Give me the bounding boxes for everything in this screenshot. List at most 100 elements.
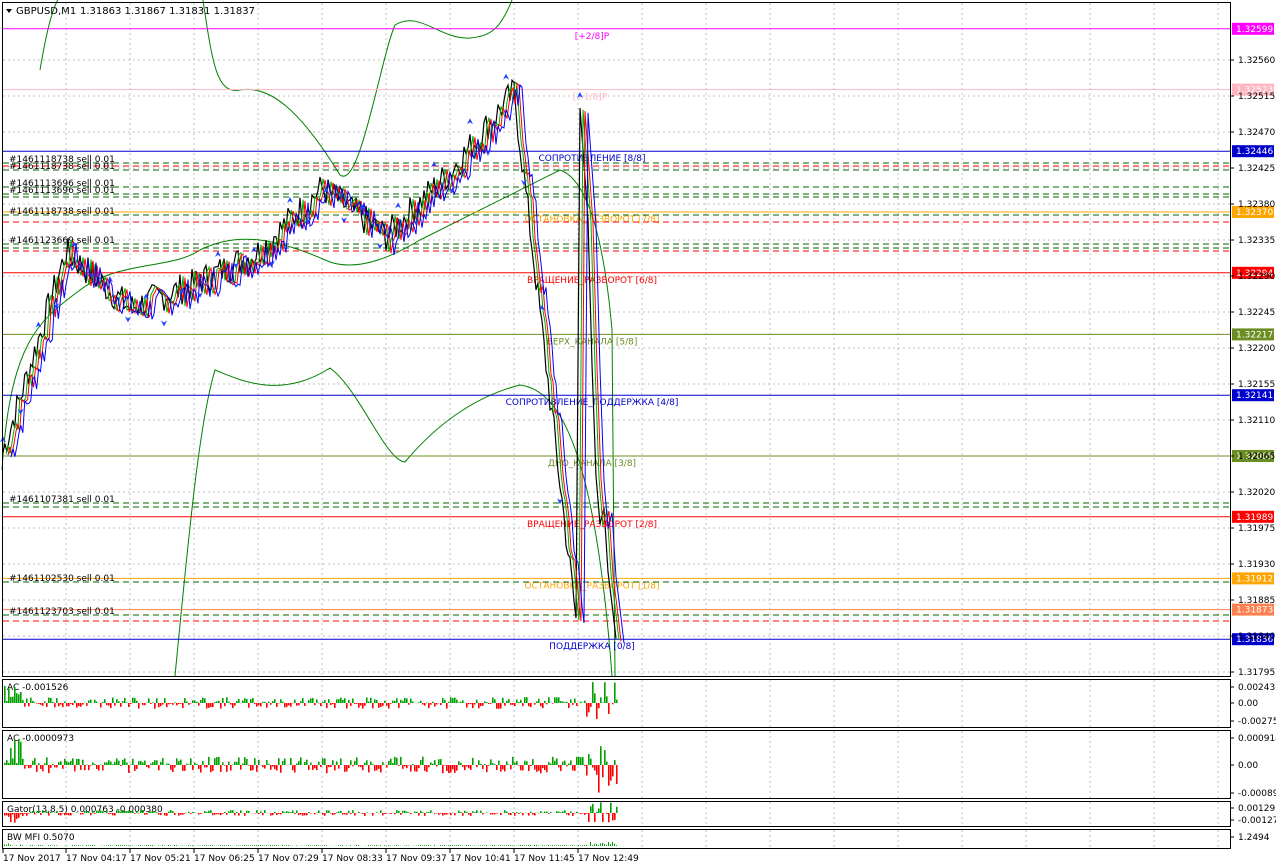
histogram-bar [88,812,90,813]
histogram-bar [562,811,564,813]
histogram-bar [544,811,546,813]
price-tick-label: 1.31930 [1238,560,1275,570]
histogram-bar [102,811,104,813]
histogram-bar [60,813,62,816]
histogram-bar [166,813,168,816]
histogram-bar [146,813,148,815]
histogram-bar [426,812,428,813]
mfi-bar [542,845,543,846]
histogram-bar [10,696,12,703]
histogram-bar [128,765,130,773]
histogram-bar [210,765,212,773]
histogram-bar [414,811,416,813]
histogram-bar [204,765,206,768]
histogram-bar [516,761,518,765]
histogram-bar [480,763,482,765]
histogram-bar [362,703,364,709]
mfi-bar [584,845,585,846]
order-label: #1461118738 sell 0.01 [9,162,115,172]
histogram-bar [154,760,156,765]
histogram-bar [92,811,94,813]
histogram-bar [608,813,610,823]
histogram-bar [68,703,70,707]
mfi-bar [324,845,325,846]
mfi-bar [562,845,563,846]
histogram-bar [40,703,42,705]
histogram-bar [482,765,484,770]
histogram-bar [74,700,76,703]
histogram-bar [166,763,168,765]
mfi-bar [578,845,579,846]
histogram-bar [222,813,224,814]
histogram-bar [250,765,252,771]
histogram-bar [258,703,260,706]
histogram-bar [182,703,184,709]
histogram-bar [192,765,194,771]
histogram-bar [554,697,556,703]
subwindow-tick-label: 0.001297 [1238,804,1276,814]
mfi-bar [82,845,83,846]
histogram-bar [8,688,10,703]
mfi-bar [120,844,121,846]
histogram-bar [542,765,544,769]
histogram-bar [596,703,598,720]
mfi-bar [396,844,397,846]
histogram-bar [266,760,268,765]
histogram-bar [436,765,438,767]
subwindow-label: AC -0.001526 [7,683,69,693]
mfi-bar [594,843,595,846]
histogram-bar [134,698,136,703]
histogram-bar [374,699,376,703]
histogram-bar [584,700,586,703]
histogram-bar [368,701,370,703]
histogram-bar [362,813,364,814]
histogram-bar [240,810,242,813]
mfi-bar [494,844,495,846]
histogram-bar [102,701,104,703]
histogram-bar [354,813,356,816]
histogram-bar [168,763,170,765]
histogram-bar [256,703,258,707]
histogram-bar [272,701,274,703]
histogram-bar [314,765,316,769]
histogram-bar [32,811,34,813]
histogram-bar [122,759,124,765]
mfi-bar [94,845,95,846]
histogram-bar [562,701,564,703]
histogram-bar [258,813,260,815]
histogram-bar [180,703,182,704]
histogram-bar [378,765,380,769]
histogram-bar [106,810,108,813]
histogram-bar [260,811,262,813]
histogram-bar [206,703,208,709]
histogram-bar [568,703,570,709]
mfi-bar [384,845,385,846]
histogram-bar [242,763,244,765]
histogram-bar [118,810,120,813]
histogram-bar [114,813,116,816]
histogram-bar [152,762,154,765]
histogram-bar [108,813,110,815]
histogram-bar [476,699,478,703]
mfi-bar [228,845,229,846]
histogram-bar [140,810,142,813]
histogram-bar [228,701,230,703]
histogram-bar [290,812,292,813]
histogram-bar [148,765,150,769]
histogram-bar [308,700,310,703]
chart-canvas[interactable]: 1.32599[+2/8]P1.32523[+1/8]P1.32446СОПРО… [0,0,1276,868]
histogram-bar [442,765,444,774]
time-tick-label: 17 Nov 07:29 [258,854,319,864]
histogram-bar [114,703,116,706]
price-tick-label: 1.32110 [1238,416,1275,426]
histogram-bar [124,697,126,703]
histogram-bar [4,762,6,765]
histogram-bar [156,760,158,765]
histogram-bar [240,765,242,770]
histogram-bar [272,813,274,816]
mfi-bar [536,844,537,846]
histogram-bar [18,738,20,765]
mfi-bar [350,845,351,846]
mfi-bar [176,845,177,846]
histogram-bar [614,760,616,765]
